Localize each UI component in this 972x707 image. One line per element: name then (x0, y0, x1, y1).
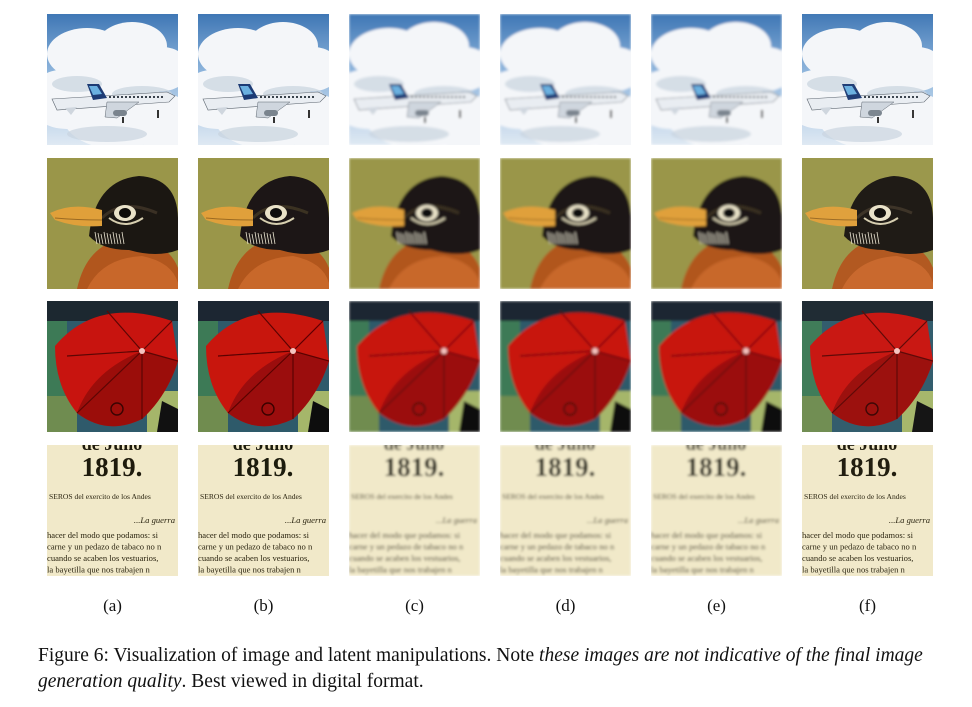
svg-text:hacer del modo que podamos: si: hacer del modo que podamos: si (651, 530, 763, 540)
svg-text:la bayetilla que nos trabajen: la bayetilla que nos trabajen n (349, 565, 453, 575)
svg-text:SEROS del exercito de los Ande: SEROS del exercito de los Andes (653, 492, 755, 501)
svg-text:SEROS del exercito de los Ande: SEROS del exercito de los Andes (502, 492, 604, 501)
image-bird-original (47, 158, 178, 289)
column-label: (f) (859, 596, 876, 615)
image-umbrella-sharp (802, 301, 933, 432)
image-airplane-sharp (802, 14, 933, 145)
svg-text:hacer del modo que podamos: si: hacer del modo que podamos: si (198, 530, 310, 540)
figure-grid: de Julio 1819. SEROS del exercito de los… (0, 0, 972, 600)
image-umbrella-blur (500, 301, 631, 432)
svg-text:SEROS del exercito de los Ande: SEROS del exercito de los Andes (49, 492, 151, 501)
column-label: (a) (103, 596, 122, 615)
image-airplane-blur (500, 14, 631, 145)
image-bird-blur (500, 158, 631, 289)
image-bird-sharp (802, 158, 933, 289)
svg-text:carne y un pedazo de tabaco no: carne y un pedazo de tabaco no n (47, 542, 162, 552)
svg-text:cuando se acaben los vestuario: cuando se acaben los vestuarios, (500, 553, 611, 563)
image-bird-blur (651, 158, 782, 289)
image-document-noise: de Julio 1819. SEROS del exercito de los… (198, 445, 329, 576)
svg-text:...La guerra: ...La guerra (436, 515, 477, 525)
image-airplane-original (47, 14, 178, 145)
caption-prefix: Figure 6: Visualization of image and lat… (38, 645, 540, 666)
column-label: (b) (253, 596, 274, 615)
image-document-sharp: de Julio 1819. SEROS del exercito de los… (802, 445, 933, 576)
svg-text:carne y un pedazo de tabaco no: carne y un pedazo de tabaco no n (651, 542, 766, 552)
svg-text:SEROS del exercito de los Ande: SEROS del exercito de los Andes (200, 492, 302, 501)
svg-text:...La guerra: ...La guerra (587, 515, 628, 525)
image-airplane-blur (651, 14, 782, 145)
svg-text:1819.: 1819. (82, 452, 143, 482)
svg-text:cuando se acaben los vestuario: cuando se acaben los vestuarios, (349, 553, 460, 563)
svg-text:cuando se acaben los vestuario: cuando se acaben los vestuarios, (198, 553, 309, 563)
svg-text:1819.: 1819. (384, 452, 445, 482)
image-umbrella-blur (349, 301, 480, 432)
image-airplane-noise (198, 14, 329, 145)
svg-text:1819.: 1819. (233, 452, 294, 482)
svg-text:...La guerra: ...La guerra (285, 515, 326, 525)
image-document-blur: de Julio 1819. SEROS del exercito de los… (651, 445, 782, 576)
column-label: (c) (405, 596, 424, 615)
image-umbrella-original (47, 301, 178, 432)
image-umbrella-noise (198, 301, 329, 432)
svg-text:la bayetilla que nos trabajen: la bayetilla que nos trabajen n (500, 565, 604, 575)
svg-text:la bayetilla que nos trabajen: la bayetilla que nos trabajen n (198, 565, 302, 575)
svg-text:...La guerra: ...La guerra (738, 515, 779, 525)
caption-suffix: . Best viewed in digital format. (181, 671, 424, 692)
svg-text:...La guerra: ...La guerra (134, 515, 175, 525)
svg-text:carne y un pedazo de tabaco no: carne y un pedazo de tabaco no n (500, 542, 615, 552)
image-airplane-blur (349, 14, 480, 145)
figure-caption: Figure 6: Visualization of image and lat… (38, 643, 948, 695)
svg-text:la bayetilla que nos trabajen: la bayetilla que nos trabajen n (651, 565, 755, 575)
image-bird-blur (349, 158, 480, 289)
image-document-original: de Julio 1819. SEROS del exercito de los… (47, 445, 178, 576)
svg-text:carne y un pedazo de tabaco no: carne y un pedazo de tabaco no n (198, 542, 313, 552)
svg-text:1819.: 1819. (686, 452, 747, 482)
svg-text:hacer del modo que podamos: si: hacer del modo que podamos: si (500, 530, 612, 540)
image-bird-noise (198, 158, 329, 289)
svg-text:cuando se acaben los vestuario: cuando se acaben los vestuarios, (651, 553, 762, 563)
image-document-blur: de Julio 1819. SEROS del exercito de los… (500, 445, 631, 576)
svg-text:1819.: 1819. (535, 452, 596, 482)
svg-text:SEROS del exercito de los Ande: SEROS del exercito de los Andes (351, 492, 453, 501)
svg-text:la bayetilla que nos trabajen: la bayetilla que nos trabajen n (47, 565, 151, 575)
column-label: (d) (555, 596, 576, 615)
svg-text:hacer del modo que podamos: si: hacer del modo que podamos: si (349, 530, 461, 540)
column-label: (e) (707, 596, 726, 615)
image-umbrella-blur (651, 301, 782, 432)
svg-text:carne y un pedazo de tabaco no: carne y un pedazo de tabaco no n (349, 542, 464, 552)
svg-text:hacer del modo que podamos: si: hacer del modo que podamos: si (47, 530, 159, 540)
image-document-blur: de Julio 1819. SEROS del exercito de los… (349, 445, 480, 576)
svg-text:cuando se acaben los vestuario: cuando se acaben los vestuarios, (47, 553, 158, 563)
